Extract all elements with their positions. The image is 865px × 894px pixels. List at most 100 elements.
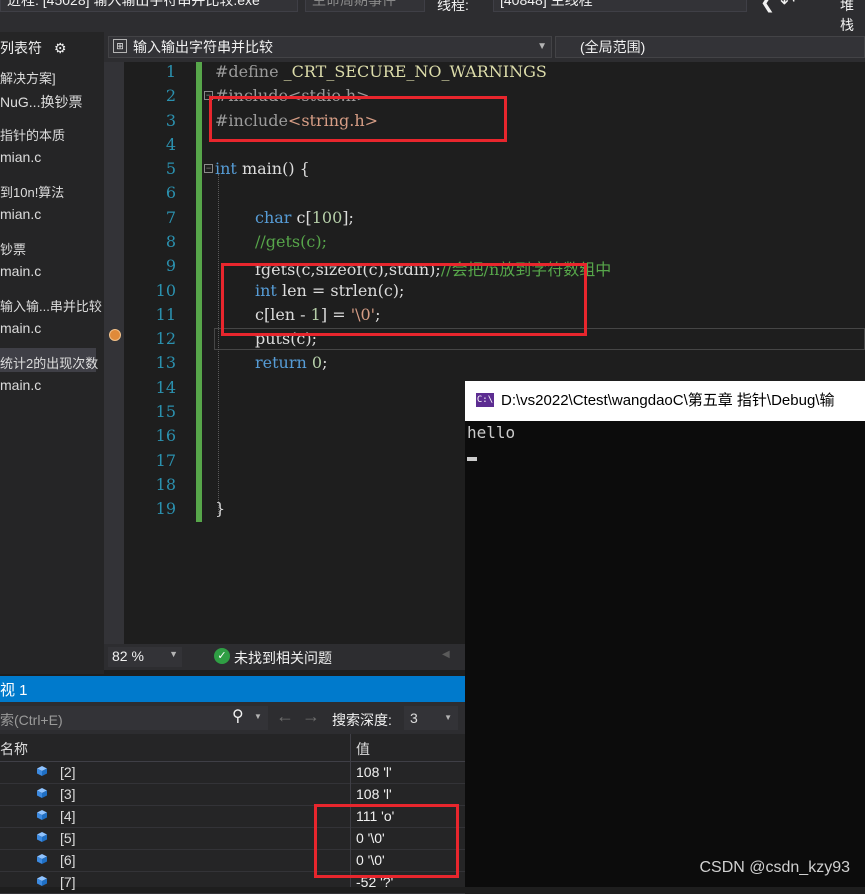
search-depth-combo[interactable]: 3 ▼ [404,706,458,730]
watch-title: 视 1 [0,682,28,699]
solution-explorer: 列表符 ⚙ 解决方案] NuG...换钞票 指针的本质 mian.c 到10n!… [0,32,104,674]
issues-status[interactable]: 未找到相关问题 [234,648,332,668]
solution-item[interactable]: mian.c [0,149,41,165]
code-line: char c[100]; [255,208,354,227]
watch-item-value[interactable]: 108 'l' [356,764,392,780]
forward-arrow-icon[interactable]: → [302,706,320,727]
field-cube-icon [37,832,47,842]
keyword: return [255,353,307,372]
file-combo-label: 输入输出字符串并比较 [133,39,273,55]
indent-guide [218,174,219,514]
code-line: int main() { [215,159,310,178]
watch-header-row: 名称 值 [0,734,465,762]
line-number: 10 [155,281,176,300]
line-number: 11 [155,305,176,324]
search-depth-label: 搜索深度: [332,712,392,728]
scroll-left-icon[interactable]: ◀ [442,649,450,660]
watch-row[interactable]: [3] 108 'l' [0,784,465,806]
code-text: ; [322,353,328,372]
back-arrow-icon[interactable]: ← [276,706,294,727]
line-number: 12 [155,329,176,348]
solution-item[interactable]: 输入输...串并比较 [0,296,102,315]
code-line: #define _CRT_SECURE_NO_WARNINGS [215,62,547,81]
project-icon: ⊞ [113,39,127,53]
thread-combo[interactable]: [40848] 主线程 [493,0,747,12]
watch-search-input[interactable]: 索(Ctrl+E) ⚲ ▼ [0,706,268,730]
search-icon[interactable]: ⚲ [232,706,244,726]
watch-item-name: [7] [60,874,76,890]
field-cube-icon [37,810,47,820]
code-line: return 0; [255,353,327,372]
code-line: } [215,499,226,518]
process-combo[interactable]: 进程: [45028] 输入输出字符串并比较.exe [0,0,298,12]
keyword: int [215,159,237,178]
chevron-down-icon[interactable]: ▼ [254,712,262,721]
watch-row[interactable]: [2] 108 'l' [0,762,465,784]
debug-toolbar: 进程: [45028] 输入输出字符串并比较.exe 生命周期事件 线程: [4… [0,0,865,32]
solution-header: 列表符 ⚙ [0,38,66,58]
column-header-name[interactable]: 名称 [0,739,28,759]
solution-item[interactable]: NuG...换钞票 [0,92,82,112]
indicator-margin[interactable] [104,62,124,644]
solution-item[interactable]: 到10n!算法 [0,182,64,201]
keyword: char [255,208,292,227]
watch-item-name: [3] [60,786,76,802]
code-text: c[ [291,208,312,227]
preprocessor-directive: #define [215,62,279,81]
gear-icon[interactable]: ⚙ [54,40,67,56]
file-scope-combo[interactable]: ⊞ 输入输出字符串并比较 ▼ [108,36,552,58]
stack-frame-icon[interactable]: ❮ ↶ [760,0,795,13]
chevron-down-icon: ▼ [444,713,452,722]
scope-combo-label: (全局范围) [580,39,646,55]
search-placeholder: 索(Ctrl+E) [0,712,63,728]
solution-item[interactable]: 解决方案] [0,68,56,87]
collapse-icon[interactable]: − [204,164,213,173]
global-scope-combo[interactable]: (全局范围) [555,36,865,58]
lifecycle-label: 生命周期事件 [312,0,396,8]
line-number: 4 [165,135,176,154]
field-cube-icon [37,876,47,886]
chevron-down-icon: ▼ [169,649,178,659]
solution-item[interactable]: 统计2的出现次数 [0,353,98,372]
change-tracking-bar [196,62,202,522]
watch-title-bar[interactable]: 视 1 [0,676,465,702]
solution-item[interactable]: main.c [0,263,41,279]
watch-item-name: [6] [60,852,76,868]
solution-item[interactable]: main.c [0,377,41,393]
macro-name: _CRT_SECURE_NO_WARNINGS [278,62,547,81]
watch-item-name: [2] [60,764,76,780]
watch-search-bar: 索(Ctrl+E) ⚲ ▼ ← → 搜索深度: 3 ▼ [0,702,465,734]
line-number: 15 [155,402,176,421]
solution-item[interactable]: 钞票 [0,239,26,258]
console-cursor [467,457,477,461]
solution-item[interactable]: mian.c [0,206,41,222]
solution-item[interactable]: main.c [0,320,41,336]
field-cube-icon [37,788,47,798]
console-title-bar[interactable]: C:\ D:\vs2022\Ctest\wangdaoC\第五章 指针\Debu… [465,381,865,421]
thread-label: 线程: [437,0,469,13]
zoom-level: 82 % [112,648,144,664]
line-number: 9 [165,256,176,275]
line-number: 2 [165,86,176,105]
zoom-combo[interactable]: 82 % ▼ [108,647,182,667]
field-cube-icon [37,766,47,776]
code-text: ]; [342,208,354,227]
stack-label: 堆栈 [840,0,854,32]
console-title: D:\vs2022\Ctest\wangdaoC\第五章 指针\Debug\输 [501,392,835,409]
line-number: 8 [165,232,176,251]
breakpoint-icon[interactable] [109,329,121,341]
number-literal: 0 [311,353,323,372]
console-window[interactable]: C:\ D:\vs2022\Ctest\wangdaoC\第五章 指针\Debu… [465,381,865,887]
line-number: 1 [165,62,176,81]
watermark: CSDN @csdn_kzy93 [699,859,850,876]
watch-item-value[interactable]: 108 'l' [356,786,392,802]
line-number: 19 [155,499,176,518]
watch-item-name: [5] [60,830,76,846]
solution-item[interactable]: 指针的本质 [0,125,65,144]
process-value: [45028] 输入输出字符串并比较.exe [42,0,260,8]
number-literal: 100 [311,208,343,227]
console-output: hello [467,423,516,442]
process-label: 进程: [7,0,39,8]
column-header-value[interactable]: 值 [356,739,370,759]
lifecycle-events-button[interactable]: 生命周期事件 [305,0,425,12]
